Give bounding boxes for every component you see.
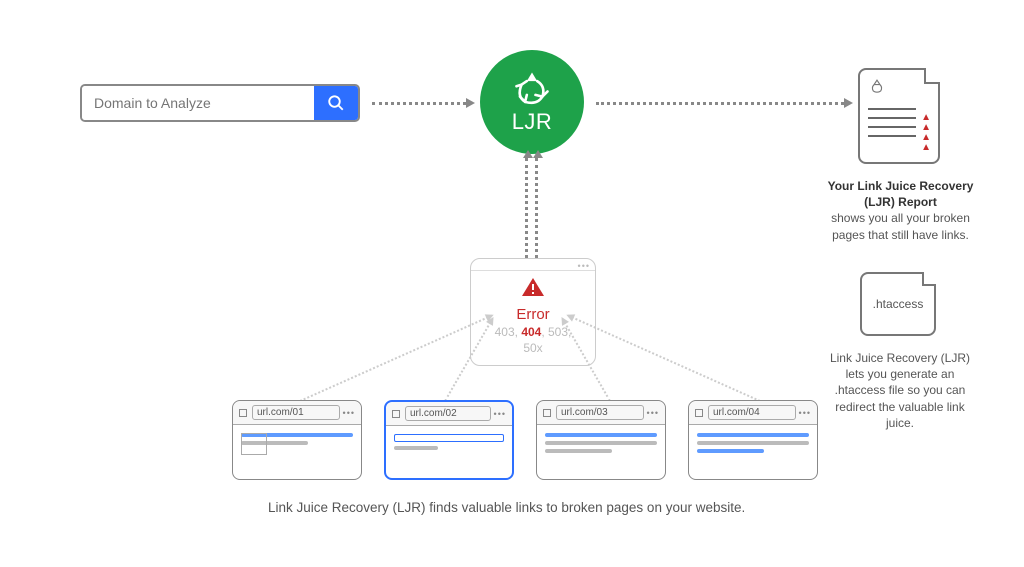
source-page-3: url.com/03••• <box>536 400 666 480</box>
flow-arrow-to-report <box>596 102 844 105</box>
htaccess-description: Link Juice Recovery (LJR) lets you gener… <box>822 350 978 431</box>
link-arrow <box>300 315 493 402</box>
search-icon <box>327 94 345 112</box>
htaccess-label: .htaccess <box>873 297 924 311</box>
recycle-icon <box>511 69 553 107</box>
error-code: 403, <box>495 325 522 339</box>
recycle-icon <box>868 78 886 94</box>
ljr-report-doc-icon: ▲ ▲ ▲ ▲ <box>858 68 940 164</box>
domain-search <box>80 84 360 122</box>
htaccess-file-icon: .htaccess <box>860 272 936 336</box>
report-title: (LJR) Report <box>864 195 937 209</box>
error-code-404: 404 <box>521 325 541 339</box>
report-desc-text: shows you all your broken pages that sti… <box>831 211 970 241</box>
report-description: Your Link Juice Recovery (LJR) Report sh… <box>818 178 983 243</box>
source-pages-row: url.com/01••• url.com/02••• url.com/03••… <box>232 400 818 480</box>
url-text: url.com/01 <box>252 405 340 420</box>
link-arrow <box>568 315 761 402</box>
domain-input[interactable] <box>82 86 314 120</box>
search-button[interactable] <box>314 86 358 120</box>
flow-arrow-to-ljr <box>372 102 466 105</box>
arrow-head-icon <box>844 98 853 108</box>
report-title: Your Link Juice Recovery <box>828 179 974 193</box>
source-page-2: url.com/02••• <box>384 400 514 480</box>
url-text: url.com/02 <box>405 406 491 421</box>
diagram-caption: Link Juice Recovery (LJR) finds valuable… <box>268 500 745 515</box>
ljr-node: LJR <box>480 50 584 154</box>
flow-arrow-up <box>525 158 541 258</box>
source-page-1: url.com/01••• <box>232 400 362 480</box>
error-code: 50x <box>523 341 542 355</box>
arrow-head-icon <box>466 98 475 108</box>
url-text: url.com/04 <box>708 405 796 420</box>
warning-icon <box>521 277 545 297</box>
ljr-label: LJR <box>512 109 553 135</box>
url-text: url.com/03 <box>556 405 644 420</box>
source-page-4: url.com/04••• <box>688 400 818 480</box>
